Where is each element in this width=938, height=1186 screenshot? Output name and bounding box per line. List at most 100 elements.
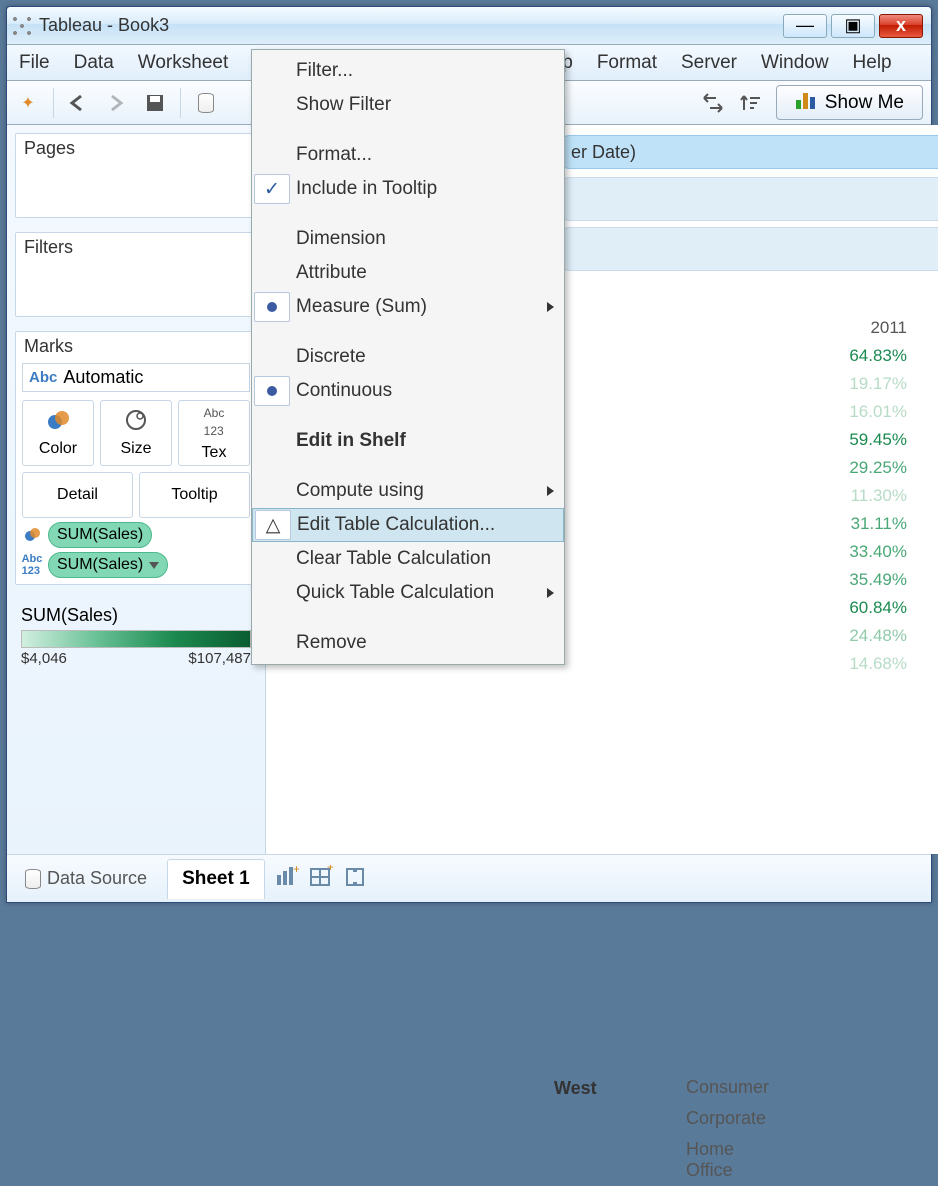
menu-item-show-filter[interactable]: Show Filter (252, 88, 564, 122)
menu-item-quick-table-calculation[interactable]: Quick Table Calculation (252, 576, 564, 610)
chart-icon (795, 90, 817, 115)
show-me-label: Show Me (825, 92, 904, 114)
pill-sum-sales-color[interactable]: SUM(Sales) (48, 522, 152, 548)
menu-help[interactable]: Help (853, 52, 892, 74)
table-row: 11.30%17.00%18.54%24.79% (826, 482, 938, 510)
pages-shelf[interactable]: Pages (15, 133, 257, 218)
menu-format[interactable]: Format (597, 52, 657, 74)
table-cell: 35.49% (826, 566, 915, 594)
columns-pill-label: er Date) (571, 142, 636, 163)
table-cell: 11.30% (826, 482, 915, 510)
menu-file[interactable]: File (19, 52, 50, 74)
table-cell: 68.95% (915, 510, 938, 538)
menu-item-compute-using[interactable]: Compute using (252, 474, 564, 508)
menu-item-measure-sum[interactable]: Measure (Sum) (252, 290, 564, 324)
menu-worksheet[interactable]: Worksheet (138, 52, 228, 74)
chevron-right-icon (547, 588, 554, 598)
marks-card: Marks Abc Automatic ColorSizeAbc123Tex D… (15, 331, 257, 585)
mark-tex-button[interactable]: Abc123Tex (178, 400, 250, 466)
table-cell: 5.67% (915, 566, 938, 594)
color-legend: SUM(Sales) $4,046 $107,487 (15, 599, 257, 673)
datasource-tab[interactable]: Data Source (15, 864, 157, 893)
radio-icon (254, 292, 290, 322)
app-icon (11, 15, 33, 37)
dropdown-icon (149, 562, 159, 569)
mark-color-button[interactable]: Color (22, 400, 94, 466)
text-glyph-icon: Abc123 (22, 553, 42, 577)
filters-label: Filters (16, 233, 256, 258)
table-cell: 59.04% (915, 594, 938, 622)
show-me-button[interactable]: Show Me (776, 85, 923, 120)
table-cell: 14.68% (826, 650, 915, 678)
table-cell: 33.40% (826, 538, 915, 566)
table-row: 64.83%48.27%45.25%46.46% (826, 342, 938, 370)
forward-button[interactable] (104, 90, 130, 116)
mark-tooltip-button[interactable]: Tooltip (139, 472, 250, 518)
menu-item-remove[interactable]: Remove (252, 626, 564, 660)
new-dashboard-button[interactable]: + (309, 865, 333, 893)
menu-item-dimension[interactable]: Dimension (252, 222, 564, 256)
color-glyph-icon (22, 527, 42, 543)
logo-icon[interactable]: ✦ (15, 90, 41, 116)
minimize-button[interactable]: — (783, 14, 827, 38)
left-pane: Pages Filters Marks Abc Automatic ColorS… (7, 125, 266, 854)
table-cell: 60.84% (826, 594, 915, 622)
sheet-tabs: Data Source Sheet 1 + + (7, 854, 931, 902)
titlebar: Tableau - Book3 — ▣ x (7, 7, 931, 45)
sheet-tab[interactable]: Sheet 1 (167, 859, 265, 899)
table-cell: 24.48% (826, 622, 915, 650)
columns-shelf[interactable] (556, 177, 938, 221)
menu-item-discrete[interactable]: Discrete (252, 340, 564, 374)
new-story-button[interactable] (343, 865, 367, 893)
context-menu: Filter...Show Filter Format...✓Include in… (251, 49, 565, 665)
table-cell: 31.11% (826, 510, 915, 538)
menu-item-edit-in-shelf[interactable]: Edit in Shelf (252, 424, 564, 458)
table-cell: 48.27% (915, 342, 938, 370)
tex-icon: Abc123 (204, 404, 225, 440)
table-cell: 17.00% (915, 482, 938, 510)
table-row: 33.40%25.37%28.54%34.48% (826, 538, 938, 566)
mark-detail-button[interactable]: Detail (22, 472, 133, 518)
table-cell: 26.33% (915, 622, 938, 650)
filters-shelf[interactable]: Filters (15, 232, 257, 317)
menu-item-edit-table-calculation[interactable]: △Edit Table Calculation... (252, 508, 564, 542)
save-button[interactable] (142, 90, 168, 116)
menu-item-filter[interactable]: Filter... (252, 54, 564, 88)
datasource-button[interactable] (193, 90, 219, 116)
menu-server[interactable]: Server (681, 52, 737, 74)
pill-sum-sales-text[interactable]: SUM(Sales) (48, 552, 168, 578)
table-row: 31.11%68.95%56.70%49.63% (826, 510, 938, 538)
marks-label: Marks (16, 332, 256, 357)
maximize-button[interactable]: ▣ (831, 14, 875, 38)
table-row: 24.48%26.33%35.43%34.53% (826, 622, 938, 650)
chevron-right-icon (547, 302, 554, 312)
menu-item-continuous[interactable]: Continuous (252, 374, 564, 408)
menu-item-attribute[interactable]: Attribute (252, 256, 564, 290)
menu-window[interactable]: Window (761, 52, 829, 74)
close-button[interactable]: x (879, 14, 923, 38)
table-cell: 28.60% (915, 454, 938, 482)
segment-label: Home Office (686, 1134, 734, 1186)
mark-size-button[interactable]: Size (100, 400, 172, 466)
menu-item-format[interactable]: Format... (252, 138, 564, 172)
back-button[interactable] (66, 90, 92, 116)
rows-shelf[interactable] (556, 227, 938, 271)
table-title: Order Date (826, 285, 938, 314)
table-row: 35.49%5.67%14.77%15.89% (826, 566, 938, 594)
menu-item-include-in-tooltip[interactable]: ✓Include in Tooltip (252, 172, 564, 206)
menu-data[interactable]: Data (74, 52, 114, 74)
sort-button[interactable] (738, 90, 764, 116)
new-worksheet-button[interactable]: + (275, 865, 299, 893)
columns-pill[interactable]: er Date) (556, 135, 938, 169)
gradient-bar[interactable] (21, 630, 251, 648)
mark-type-select[interactable]: Abc Automatic (22, 363, 250, 392)
menu-item-clear-table-calculation[interactable]: Clear Table Calculation (252, 542, 564, 576)
legend-title: SUM(Sales) (21, 605, 251, 626)
window-title: Tableau - Book3 (39, 15, 169, 36)
svg-text:+: + (293, 865, 299, 876)
table-row: 16.01%23.46%13.57%20.70% (826, 398, 938, 426)
mark-type-value: Automatic (63, 367, 143, 388)
segment-label: Corporate (686, 1103, 766, 1134)
chevron-right-icon (547, 486, 554, 496)
swap-button[interactable] (700, 90, 726, 116)
